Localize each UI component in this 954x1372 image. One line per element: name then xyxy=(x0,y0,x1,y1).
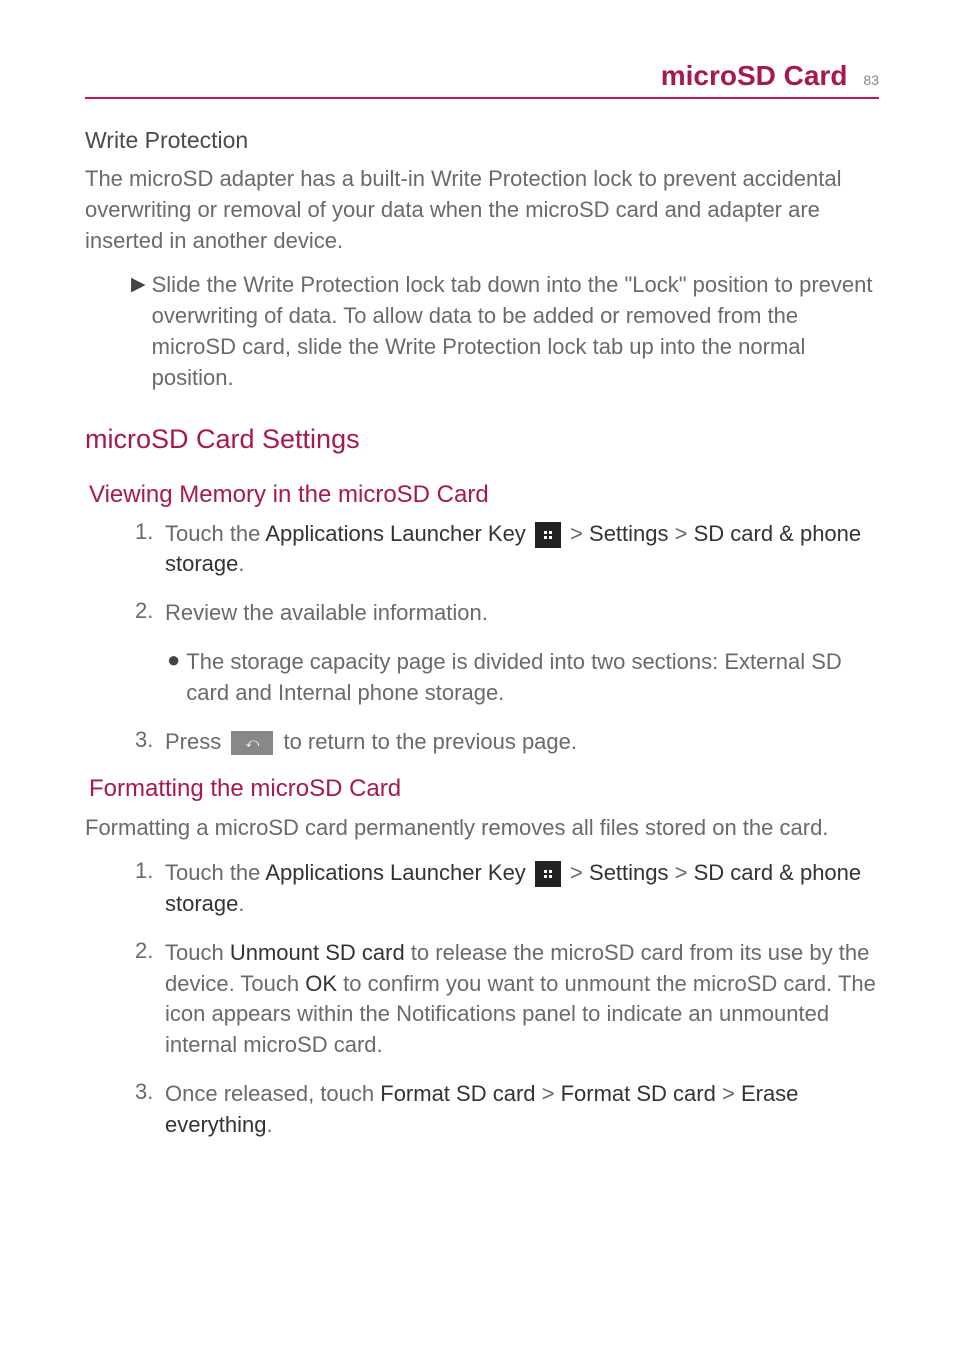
write-protection-bullet: ▶ Slide the Write Protection lock tab do… xyxy=(131,270,879,393)
formatting-body: Formatting a microSD card permanently re… xyxy=(85,813,879,844)
step-text: Review the available information. xyxy=(165,598,879,629)
back-button-icon: ⤺ xyxy=(231,731,273,755)
section-title: microSD Card Settings xyxy=(85,424,879,455)
formatting-step-2: 2. Touch Unmount SD card to release the … xyxy=(135,938,879,1061)
viewing-step-3: 3. Press ⤺ to return to the previous pag… xyxy=(135,727,879,758)
viewing-sub-bullet: ● The storage capacity page is divided i… xyxy=(167,647,879,709)
step-text: Press ⤺ to return to the previous page. xyxy=(165,727,879,758)
triangle-bullet-icon: ▶ xyxy=(131,273,146,393)
dot-bullet-icon: ● xyxy=(167,647,180,709)
viewing-step-2: 2. Review the available information. xyxy=(135,598,879,629)
viewing-subsection-title: Viewing Memory in the microSD Card xyxy=(89,481,879,509)
page-header: microSD Card 83 xyxy=(85,60,879,99)
step-number: 1. xyxy=(135,519,157,581)
app-launcher-icon xyxy=(535,861,561,887)
step-text: Touch Unmount SD card to release the mic… xyxy=(165,938,879,1061)
step-text: Touch the Applications Launcher Key > Se… xyxy=(165,858,879,920)
header-title: microSD Card xyxy=(661,60,848,92)
page-number: 83 xyxy=(863,72,879,88)
step-number: 3. xyxy=(135,727,157,758)
formatting-step-1: 1. Touch the Applications Launcher Key >… xyxy=(135,858,879,920)
step-number: 2. xyxy=(135,598,157,629)
app-launcher-icon xyxy=(535,522,561,548)
formatting-subsection-title: Formatting the microSD Card xyxy=(89,775,879,803)
bullet-text: Slide the Write Protection lock tab down… xyxy=(152,270,879,393)
sub-bullet-text: The storage capacity page is divided int… xyxy=(186,647,879,709)
step-number: 1. xyxy=(135,858,157,920)
step-text: Once released, touch Format SD card > Fo… xyxy=(165,1079,879,1141)
viewing-step-1: 1. Touch the Applications Launcher Key >… xyxy=(135,519,879,581)
write-protection-body: The microSD adapter has a built-in Write… xyxy=(85,164,879,256)
step-text: Touch the Applications Launcher Key > Se… xyxy=(165,519,879,581)
step-number: 2. xyxy=(135,938,157,1061)
write-protection-heading: Write Protection xyxy=(85,127,879,154)
formatting-step-3: 3. Once released, touch Format SD card >… xyxy=(135,1079,879,1141)
step-number: 3. xyxy=(135,1079,157,1141)
